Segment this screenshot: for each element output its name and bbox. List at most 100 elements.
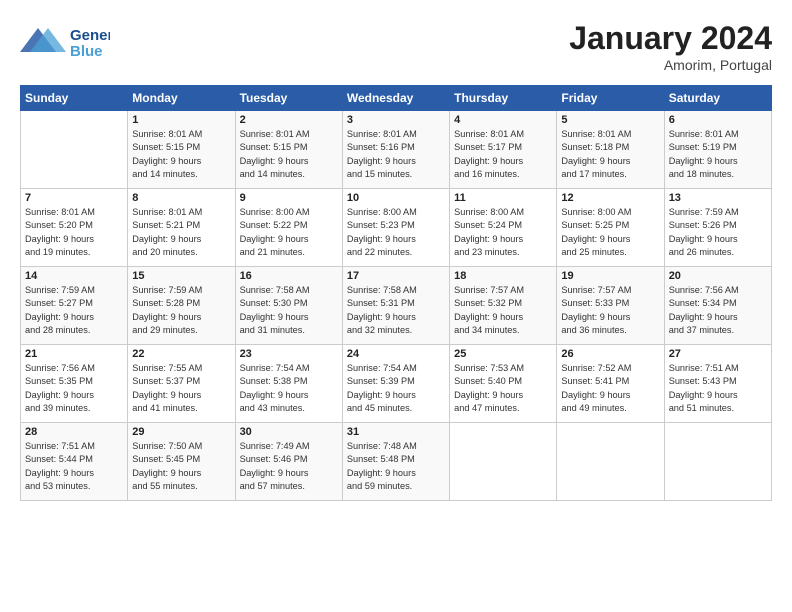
day-number: 29	[132, 426, 230, 438]
svg-text:Blue: Blue	[70, 43, 103, 60]
cell-w0d4: 4Sunrise: 8:01 AMSunset: 5:17 PMDaylight…	[450, 111, 557, 189]
col-wednesday: Wednesday	[342, 86, 449, 111]
col-saturday: Saturday	[664, 86, 771, 111]
day-info: Sunrise: 7:53 AMSunset: 5:40 PMDaylight:…	[454, 362, 552, 415]
day-number: 2	[240, 114, 338, 126]
cell-w3d4: 25 Sunrise: 7:53 AMSunset: 5:40 PMDayligh…	[450, 345, 557, 423]
day-number: 1	[132, 114, 230, 126]
cell-w2d4: 18Sunrise: 7:57 AMSunset: 5:32 PMDayligh…	[450, 267, 557, 345]
cell-w0d0	[21, 111, 128, 189]
day-info: Sunrise: 8:00 AMSunset: 5:24 PMDaylight:…	[454, 206, 552, 259]
day-number: 18	[454, 270, 552, 282]
cell-w1d2: 9Sunrise: 8:00 AMSunset: 5:22 PMDaylight…	[235, 189, 342, 267]
day-info: Sunrise: 7:59 AMSunset: 5:26 PMDaylight:…	[669, 206, 767, 259]
cell-w2d1: 15 Sunrise: 7:59 AMSunset: 5:28 PMDayligh…	[128, 267, 235, 345]
day-info: Sunrise: 8:00 AMSunset: 5:23 PMDaylight:…	[347, 206, 445, 259]
day-number: 28	[25, 426, 123, 438]
day-info: Sunrise: 8:00 AMSunset: 5:25 PMDaylight:…	[561, 206, 659, 259]
day-info: Sunrise: 8:01 AMSunset: 5:18 PMDaylight:…	[561, 128, 659, 181]
day-info: Sunrise: 8:01 AMSunset: 5:20 PMDaylight:…	[25, 206, 123, 259]
day-info: Sunrise: 8:01 AMSunset: 5:21 PMDaylight:…	[132, 206, 230, 259]
cell-w0d1: 1Sunrise: 8:01 AMSunset: 5:15 PMDaylight…	[128, 111, 235, 189]
day-number: 15	[132, 270, 230, 282]
day-info: Sunrise: 7:58 AMSunset: 5:31 PMDaylight:…	[347, 284, 445, 337]
page: General Blue January 2024 Amorim, Portug…	[0, 0, 792, 612]
day-info: Sunrise: 7:54 AMSunset: 5:39 PMDaylight:…	[347, 362, 445, 415]
day-info: Sunrise: 7:54 AMSunset: 5:38 PMDaylight:…	[240, 362, 338, 415]
day-info: Sunrise: 7:56 AMSunset: 5:34 PMDaylight:…	[669, 284, 767, 337]
cell-w4d3: 31 Sunrise: 7:48 AMSunset: 5:48 PMDayligh…	[342, 423, 449, 501]
day-info: Sunrise: 8:00 AMSunset: 5:22 PMDaylight:…	[240, 206, 338, 259]
day-number: 31	[347, 426, 445, 438]
day-number: 27	[669, 348, 767, 360]
day-number: 24	[347, 348, 445, 360]
day-number: 7	[25, 192, 123, 204]
day-number: 21	[25, 348, 123, 360]
cell-w1d5: 12 Sunrise: 8:00 AMSunset: 5:25 PMDayligh…	[557, 189, 664, 267]
day-number: 26	[561, 348, 659, 360]
day-info: Sunrise: 8:01 AMSunset: 5:15 PMDaylight:…	[240, 128, 338, 181]
day-info: Sunrise: 7:50 AMSunset: 5:45 PMDaylight:…	[132, 440, 230, 493]
cell-w2d0: 14 Sunrise: 7:59 AMSunset: 5:27 PMDayligh…	[21, 267, 128, 345]
day-info: Sunrise: 8:01 AMSunset: 5:17 PMDaylight:…	[454, 128, 552, 181]
day-number: 16	[240, 270, 338, 282]
day-info: Sunrise: 7:51 AMSunset: 5:44 PMDaylight:…	[25, 440, 123, 493]
cell-w3d5: 26 Sunrise: 7:52 AMSunset: 5:41 PMDayligh…	[557, 345, 664, 423]
title-block: January 2024 Amorim, Portugal	[569, 20, 772, 73]
day-info: Sunrise: 7:48 AMSunset: 5:48 PMDaylight:…	[347, 440, 445, 493]
cell-w1d4: 11 Sunrise: 8:00 AMSunset: 5:24 PMDayligh…	[450, 189, 557, 267]
col-friday: Friday	[557, 86, 664, 111]
cell-w2d2: 16 Sunrise: 7:58 AMSunset: 5:30 PMDayligh…	[235, 267, 342, 345]
week-row-2: 14 Sunrise: 7:59 AMSunset: 5:27 PMDayligh…	[21, 267, 772, 345]
day-info: Sunrise: 8:01 AMSunset: 5:16 PMDaylight:…	[347, 128, 445, 181]
cell-w4d0: 28 Sunrise: 7:51 AMSunset: 5:44 PMDayligh…	[21, 423, 128, 501]
cell-w2d5: 19 Sunrise: 7:57 AMSunset: 5:33 PMDayligh…	[557, 267, 664, 345]
cell-w1d3: 10 Sunrise: 8:00 AMSunset: 5:23 PMDayligh…	[342, 189, 449, 267]
day-info: Sunrise: 7:57 AMSunset: 5:33 PMDaylight:…	[561, 284, 659, 337]
day-number: 5	[561, 114, 659, 126]
col-monday: Monday	[128, 86, 235, 111]
day-info: Sunrise: 7:56 AMSunset: 5:35 PMDaylight:…	[25, 362, 123, 415]
cell-w2d3: 17 Sunrise: 7:58 AMSunset: 5:31 PMDayligh…	[342, 267, 449, 345]
day-number: 25	[454, 348, 552, 360]
day-number: 10	[347, 192, 445, 204]
cell-w2d6: 20Sunrise: 7:56 AMSunset: 5:34 PMDayligh…	[664, 267, 771, 345]
week-row-1: 7 Sunrise: 8:01 AMSunset: 5:20 PMDaylight…	[21, 189, 772, 267]
col-sunday: Sunday	[21, 86, 128, 111]
month-title: January 2024	[569, 20, 772, 57]
cell-w3d2: 23 Sunrise: 7:54 AMSunset: 5:38 PMDayligh…	[235, 345, 342, 423]
day-info: Sunrise: 7:55 AMSunset: 5:37 PMDaylight:…	[132, 362, 230, 415]
day-number: 12	[561, 192, 659, 204]
day-number: 17	[347, 270, 445, 282]
calendar-table: Sunday Monday Tuesday Wednesday Thursday…	[20, 85, 772, 501]
cell-w0d6: 6Sunrise: 8:01 AMSunset: 5:19 PMDaylight…	[664, 111, 771, 189]
calendar-body: 1 Sunrise: 8:01 AMSunset: 5:15 PMDaylight…	[21, 111, 772, 501]
cell-w3d3: 24 Sunrise: 7:54 AMSunset: 5:39 PMDayligh…	[342, 345, 449, 423]
cell-w3d6: 27 Sunrise: 7:51 AMSunset: 5:43 PMDayligh…	[664, 345, 771, 423]
cell-w4d5	[557, 423, 664, 501]
cell-w3d1: 22 Sunrise: 7:55 AMSunset: 5:37 PMDayligh…	[128, 345, 235, 423]
day-number: 22	[132, 348, 230, 360]
cell-w3d0: 21 Sunrise: 7:56 AMSunset: 5:35 PMDayligh…	[21, 345, 128, 423]
day-info: Sunrise: 7:51 AMSunset: 5:43 PMDaylight:…	[669, 362, 767, 415]
logo-svg: General Blue	[20, 20, 110, 60]
cell-w0d3: 3Sunrise: 8:01 AMSunset: 5:16 PMDaylight…	[342, 111, 449, 189]
day-info: Sunrise: 7:59 AMSunset: 5:28 PMDaylight:…	[132, 284, 230, 337]
cell-w4d4	[450, 423, 557, 501]
col-thursday: Thursday	[450, 86, 557, 111]
header-row: Sunday Monday Tuesday Wednesday Thursday…	[21, 86, 772, 111]
cell-w4d2: 30Sunrise: 7:49 AMSunset: 5:46 PMDayligh…	[235, 423, 342, 501]
day-info: Sunrise: 7:58 AMSunset: 5:30 PMDaylight:…	[240, 284, 338, 337]
day-number: 23	[240, 348, 338, 360]
day-info: Sunrise: 8:01 AMSunset: 5:19 PMDaylight:…	[669, 128, 767, 181]
cell-w0d2: 2 Sunrise: 8:01 AMSunset: 5:15 PMDaylight…	[235, 111, 342, 189]
svg-text:General: General	[70, 27, 110, 44]
day-info: Sunrise: 7:52 AMSunset: 5:41 PMDaylight:…	[561, 362, 659, 415]
cell-w4d1: 29 Sunrise: 7:50 AMSunset: 5:45 PMDayligh…	[128, 423, 235, 501]
day-number: 13	[669, 192, 767, 204]
day-number: 19	[561, 270, 659, 282]
day-info: Sunrise: 7:59 AMSunset: 5:27 PMDaylight:…	[25, 284, 123, 337]
logo-block: General Blue	[20, 20, 110, 65]
day-number: 11	[454, 192, 552, 204]
day-number: 14	[25, 270, 123, 282]
